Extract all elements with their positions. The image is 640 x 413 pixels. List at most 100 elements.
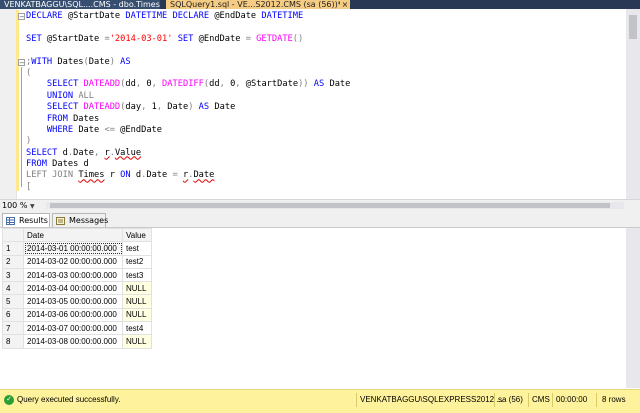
cell-value[interactable]: test3 <box>122 267 152 283</box>
cell-value[interactable]: NULL <box>122 281 152 296</box>
code-line[interactable]: SET @StartDate = '2014-03-01' SET @EndDat… <box>26 34 626 45</box>
results-grid[interactable]: Date Value 1 2014-03-01 00:00:00.000 test 2… <box>2 227 152 349</box>
editor-vertical-scrollbar[interactable] <box>626 9 640 199</box>
code-line[interactable]: DECLARE @StartDate DATETIME DECLARE @End… <box>26 11 626 22</box>
code-line[interactable]: [ <box>26 182 626 193</box>
table-row[interactable]: 7 2014-03-07 00:00:00.000 test4 <box>2 321 152 336</box>
code-line[interactable]: WHERE Date <= @EndDate <box>26 125 626 136</box>
code-token: Dates <box>57 56 84 67</box>
cell-value[interactable]: test <box>122 241 152 256</box>
code-token: DATETIME <box>261 11 304 21</box>
row-number[interactable]: 5 <box>2 294 24 309</box>
code-token: ) <box>26 136 32 147</box>
code-token: , <box>135 79 147 90</box>
code-line[interactable]: LEFT JOIN Times r ON d.Date = r.Date <box>26 170 626 181</box>
editor-horizontal-scrollbar[interactable] <box>46 202 624 209</box>
code-token: ON <box>120 170 136 181</box>
code-token: SELECT <box>46 79 84 90</box>
editor-gutter <box>0 9 17 199</box>
row-number[interactable]: 4 <box>2 281 24 296</box>
grid-vertical-scrollbar[interactable] <box>626 228 640 388</box>
status-bar: ✓ Query executed successfully. VENKATBAG… <box>0 389 640 413</box>
tab-results[interactable]: Results <box>2 213 50 227</box>
results-grid-panel: Date Value 1 2014-03-01 00:00:00.000 test 2… <box>0 227 640 388</box>
code-token: UNION <box>46 90 79 101</box>
code-token: = <box>172 170 183 181</box>
table-row[interactable]: 3 2014-03-03 00:00:00.000 test3 <box>2 267 152 283</box>
row-number[interactable]: 3 <box>2 267 24 283</box>
code-line[interactable]: ( <box>26 68 626 79</box>
code-line[interactable]: UNION ALL <box>26 91 626 102</box>
status-user: sa (56) <box>498 395 523 404</box>
cell-value[interactable]: test2 <box>122 254 152 269</box>
status-divider <box>356 393 357 407</box>
status-rows: 8 rows <box>602 395 626 404</box>
code-token: )) <box>298 79 309 90</box>
code-line[interactable] <box>26 22 626 33</box>
row-number[interactable]: 7 <box>2 321 24 336</box>
code-token: '2014-03-01' <box>109 33 173 44</box>
code-line[interactable]: SELECT DATEADD(dd, 0, DATEDIFF(dd, 0, @S… <box>26 79 626 90</box>
scrollbar-thumb[interactable] <box>50 203 610 208</box>
code-token: Dates <box>73 113 100 124</box>
row-number-header[interactable] <box>2 227 24 243</box>
row-number[interactable]: 2 <box>2 254 24 269</box>
cell-value[interactable]: test4 <box>122 321 152 336</box>
cell-date[interactable]: 2014-03-08 00:00:00.000 <box>23 334 123 349</box>
table-row[interactable]: 6 2014-03-06 00:00:00.000 NULL <box>2 307 152 323</box>
code-line[interactable]: FROM Dates d <box>26 159 626 170</box>
code-line[interactable]: ;WITH Dates(Date) AS <box>26 57 626 68</box>
code-line[interactable]: SELECT d.Date, r.Value <box>26 148 626 159</box>
results-tab-strip: Results Messages <box>0 211 640 228</box>
code-token: ALL <box>78 90 95 101</box>
code-line[interactable]: SELECT DATEADD(day, 1, Date) AS Date <box>26 102 626 113</box>
code-token: AS <box>308 79 330 90</box>
code-token: dd <box>125 79 136 90</box>
cell-date[interactable]: 2014-03-07 00:00:00.000 <box>23 321 123 336</box>
query-editor[interactable]: − − DECLARE @StartDate DATETIME DECLARE … <box>0 9 640 199</box>
scrollbar-thumb[interactable] <box>629 15 637 39</box>
cell-date[interactable]: 2014-03-03 00:00:00.000 <box>23 267 123 283</box>
sql-code[interactable]: DECLARE @StartDate DATETIME DECLARE @End… <box>26 11 626 193</box>
row-number[interactable]: 1 <box>2 241 24 256</box>
table-row[interactable]: 1 2014-03-01 00:00:00.000 test <box>2 241 152 256</box>
status-divider <box>552 393 553 407</box>
cell-date[interactable]: 2014-03-06 00:00:00.000 <box>23 307 123 323</box>
cell-date[interactable]: 2014-03-05 00:00:00.000 <box>23 294 123 309</box>
cell-value[interactable]: NULL <box>122 294 152 309</box>
cell-date[interactable]: 2014-03-01 00:00:00.000 <box>23 241 123 256</box>
tab-sqlquery1[interactable]: SQLQuery1.sql - VE...S2012.CMS (sa (56))… <box>166 0 342 9</box>
column-header-value[interactable]: Value <box>122 227 152 243</box>
code-line[interactable]: FROM Dates <box>26 114 626 125</box>
messages-tab-label: Messages <box>69 216 109 225</box>
code-token: SELECT <box>46 102 84 113</box>
table-row[interactable]: 5 2014-03-05 00:00:00.000 NULL <box>2 294 152 309</box>
zoom-dropdown-icon[interactable]: ▼ <box>30 203 35 210</box>
cell-date[interactable]: 2014-03-02 00:00:00.000 <box>23 254 123 269</box>
close-tab-icon[interactable]: × <box>340 0 350 9</box>
cell-value[interactable]: NULL <box>122 307 152 323</box>
status-divider <box>596 393 597 407</box>
tab-messages[interactable]: Messages <box>52 213 109 227</box>
code-token: DATEDIFF <box>162 79 204 90</box>
cell-date[interactable]: 2014-03-04 00:00:00.000 <box>23 281 123 296</box>
cell-value[interactable]: NULL <box>122 334 152 349</box>
column-header-date[interactable]: Date <box>23 227 123 243</box>
table-row[interactable]: 2 2014-03-02 00:00:00.000 test2 <box>2 254 152 269</box>
collapse-icon[interactable]: − <box>18 59 25 67</box>
collapse-icon[interactable]: − <box>18 13 25 21</box>
tab-times-table[interactable]: VENKATBAGGU\SQL....CMS - dbo.Times <box>0 0 160 9</box>
table-row[interactable]: 8 2014-03-08 00:00:00.000 NULL <box>2 334 152 349</box>
row-number[interactable]: 8 <box>2 334 24 349</box>
table-row[interactable]: 4 2014-03-04 00:00:00.000 NULL <box>2 281 152 296</box>
row-number[interactable]: 6 <box>2 307 24 323</box>
code-line[interactable] <box>26 45 626 56</box>
document-tab-bar: VENKATBAGGU\SQL....CMS - dbo.Times SQLQu… <box>0 0 640 9</box>
zoom-level[interactable]: 100 % <box>2 200 27 211</box>
grid-header-row: Date Value <box>2 227 152 243</box>
code-line[interactable]: ) <box>26 136 626 147</box>
